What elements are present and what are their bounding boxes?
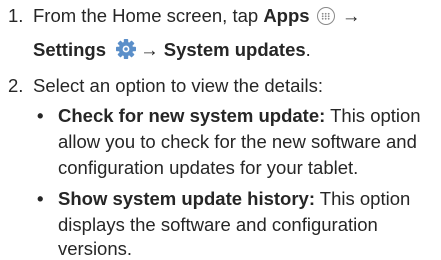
arrow-icon-2: → xyxy=(140,39,159,60)
bullet-1-text-1: This option xyxy=(325,105,421,126)
bullet-1-text-2: allow you to check for the new software … xyxy=(58,131,417,152)
apps-grid-icon xyxy=(316,7,335,25)
step-1-period: . xyxy=(305,39,311,60)
bullet-1-marker: • xyxy=(37,105,44,126)
step-1-number: 1. xyxy=(8,5,24,26)
step-1-line-2: Settings → System updates. xyxy=(33,38,311,61)
bullet-2-marker: • xyxy=(37,188,44,209)
system-updates-label: System updates xyxy=(163,39,306,60)
step-1-prefix: From the Home screen, tap xyxy=(33,5,264,26)
step-1-line-1: 1. xyxy=(8,5,23,27)
bullet-1-line-1: Check for new system update: This option xyxy=(58,105,421,127)
bullet-2-text-1: This option xyxy=(315,188,411,209)
step-1-line-1-text: From the Home screen, tap Apps → xyxy=(33,5,360,27)
bullet-2-title: Show system update history: xyxy=(58,188,315,209)
settings-label: Settings xyxy=(33,39,106,60)
bullet-1-line-2: allow you to check for the new software … xyxy=(58,131,417,153)
step-2-text-line: Select an option to view the details: xyxy=(33,75,323,97)
step-2-text: Select an option to view the details: xyxy=(33,75,324,96)
bullet-2-line-2: displays the software and configuration xyxy=(58,214,378,236)
bullet-2-text-3: versions. xyxy=(58,238,133,259)
bullet-1-title: Check for new system update: xyxy=(58,105,326,126)
bullet-2-line-1: Show system update history: This option xyxy=(58,188,410,210)
bullet-2-text-2: displays the software and configuration xyxy=(58,214,378,235)
bullet-1-line-3: configuration updates for your tablet. xyxy=(58,157,358,179)
arrow-icon-1: → xyxy=(341,5,361,26)
document: 1. From the Home screen, tap Apps → Sett… xyxy=(0,0,441,259)
step-2-number-line: 2. xyxy=(8,75,23,97)
gear-icon xyxy=(115,38,137,60)
apps-label: Apps xyxy=(263,5,310,26)
bullet-1-text-3: configuration updates for your tablet. xyxy=(58,157,359,178)
step-2-number: 2. xyxy=(8,75,24,96)
